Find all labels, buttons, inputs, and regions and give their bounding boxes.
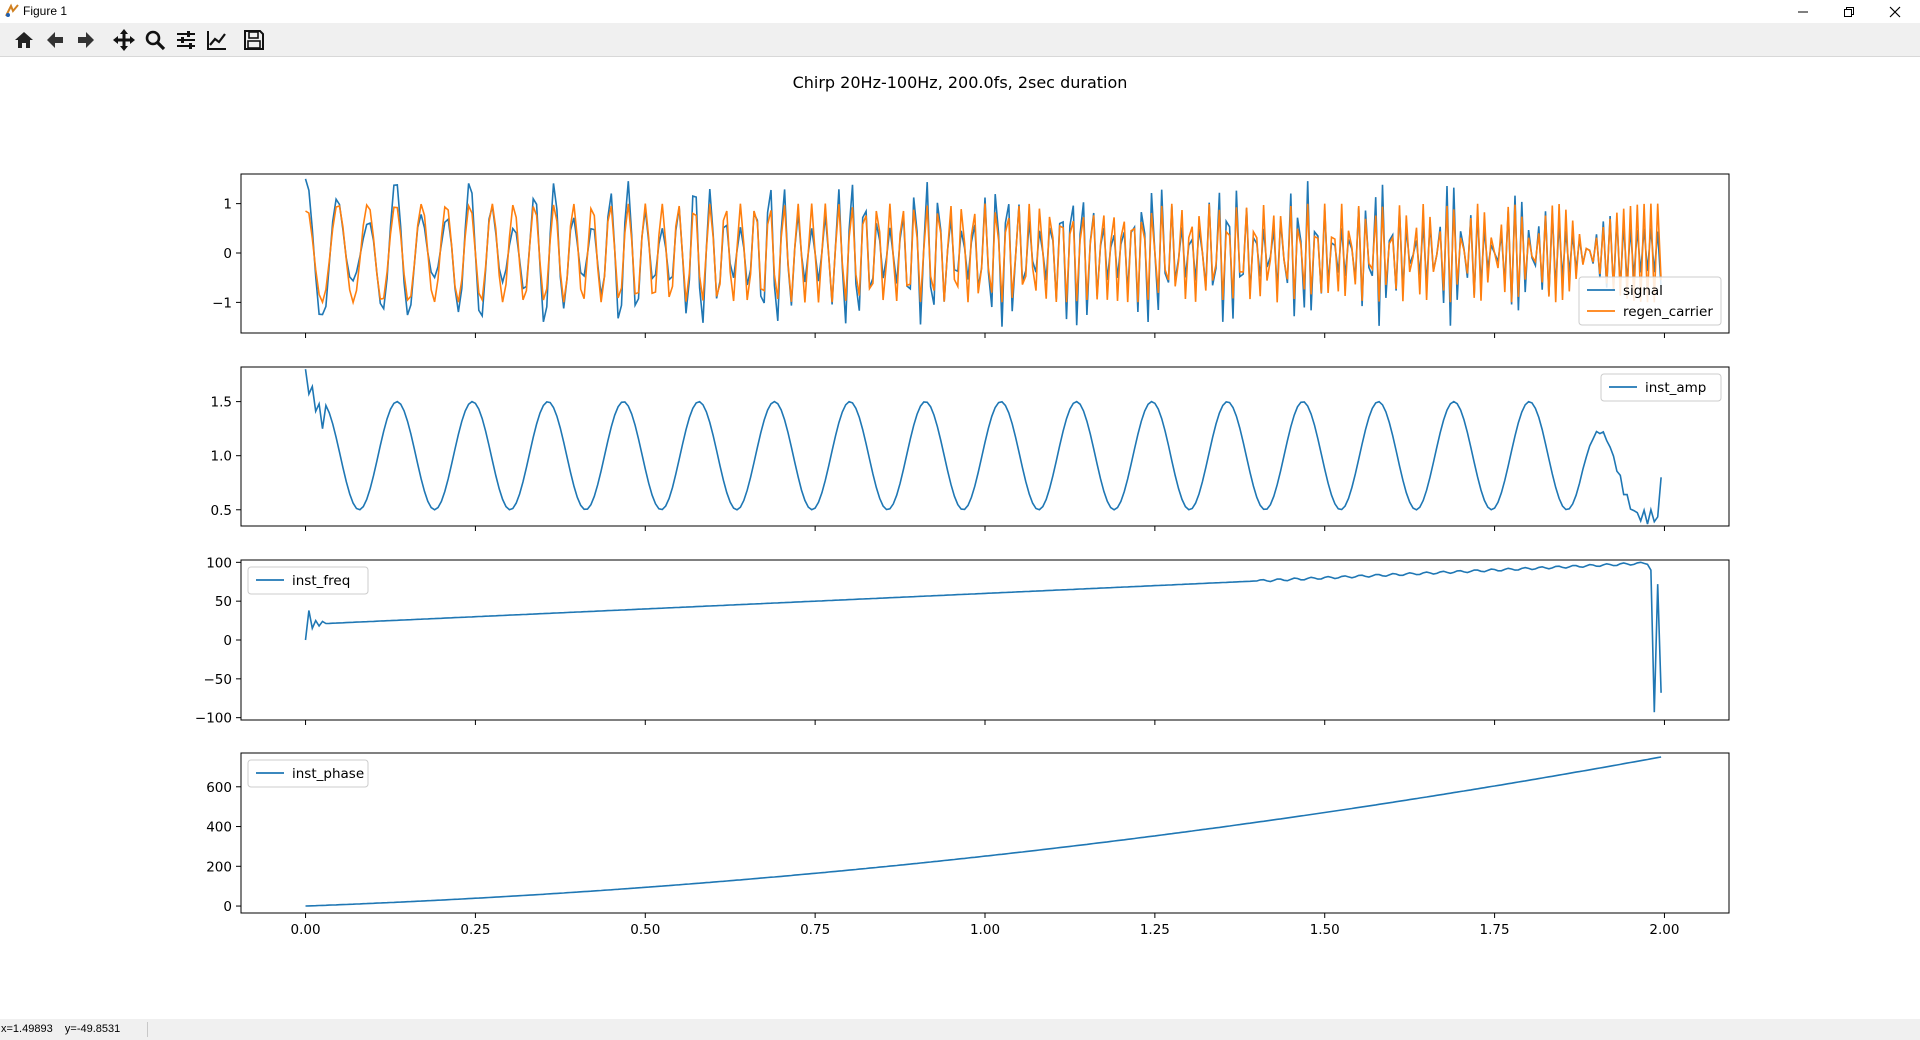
subplot-3[interactable]: −100 −50 0 50 100 inst_freq <box>195 555 1730 727</box>
y-tick-label: 600 <box>206 780 232 796</box>
axes-frame <box>240 366 1730 527</box>
close-button[interactable] <box>1872 0 1918 23</box>
y-readout: y=-49.8531 <box>64 1023 121 1035</box>
x-tick-label: 2.00 <box>1649 922 1679 938</box>
legend-label: regen_carrier <box>1623 304 1713 320</box>
line-chart-icon <box>207 31 226 50</box>
axes-frame <box>240 559 1730 721</box>
window-title: Figure 1 <box>23 4 68 18</box>
y-tick-label: 0.5 <box>211 503 232 519</box>
y-tick-label: 0 <box>223 633 232 649</box>
x-tick-label: 1.75 <box>1480 922 1510 938</box>
configure-subplots-button[interactable] <box>173 27 199 53</box>
subplot-1[interactable]: −1 0 1 signal regen_carrier <box>212 173 1730 338</box>
subplot-4[interactable]: 0 200 400 600 0.00 0.25 0.50 0.75 1.00 1.25 1.50 1.… <box>206 752 1730 938</box>
y-tick-label: 100 <box>206 555 232 571</box>
axes-frame <box>240 752 1730 914</box>
back-button[interactable] <box>42 27 68 53</box>
chart-svg[interactable]: Chirp 20Hz-100Hz, 200.0fs, 2sec duration… <box>0 57 1920 1019</box>
move-icon <box>113 29 135 51</box>
x-tick-label: 0.00 <box>291 922 321 938</box>
forward-button[interactable] <box>73 27 99 53</box>
x-tick-label: 0.25 <box>460 922 490 938</box>
window-titlebar: Figure 1 <box>0 0 1920 23</box>
home-button[interactable] <box>11 27 37 53</box>
magnifier-icon <box>145 30 166 51</box>
y-tick-label: 1.0 <box>211 449 232 465</box>
y-tick-label: 1.5 <box>211 395 232 411</box>
close-icon <box>1889 6 1901 17</box>
figure-canvas[interactable]: Chirp 20Hz-100Hz, 200.0fs, 2sec duration… <box>0 57 1920 1019</box>
chart-title: Chirp 20Hz-100Hz, 200.0fs, 2sec duration <box>793 73 1128 92</box>
pan-button[interactable] <box>111 27 137 53</box>
legend-label: signal <box>1623 283 1663 299</box>
legend: inst_phase <box>247 759 369 788</box>
y-tick-label: 50 <box>215 594 232 610</box>
legend-label: inst_amp <box>1645 380 1706 396</box>
legend-label: inst_freq <box>292 573 350 589</box>
status-divider <box>147 1022 148 1037</box>
x-tick-label: 1.50 <box>1310 922 1340 938</box>
restore-button[interactable] <box>1826 0 1872 23</box>
legend: inst_amp <box>1600 373 1722 402</box>
y-tick-label: −50 <box>204 672 233 688</box>
x-tick-label: 1.00 <box>970 922 1000 938</box>
y-tick-label: 0 <box>223 899 232 915</box>
floppy-disk-icon <box>244 30 264 50</box>
y-tick-label: 400 <box>206 820 232 836</box>
y-tick-label: −1 <box>212 295 232 311</box>
x-tick-label: 0.50 <box>630 922 660 938</box>
legend-label: inst_phase <box>292 766 364 782</box>
app-icon <box>5 3 19 17</box>
restore-icon <box>1844 6 1854 17</box>
legend: signal regen_carrier <box>1578 276 1722 326</box>
y-tick-label: 200 <box>206 859 232 875</box>
navigation-toolbar <box>0 23 1920 57</box>
legend: inst_freq <box>247 566 369 595</box>
arrow-left-icon <box>47 32 63 48</box>
status-bar: x=1.49893 y=-49.8531 <box>0 1019 1920 1040</box>
x-readout: x=1.49893 <box>1 1023 53 1035</box>
save-button[interactable] <box>241 27 267 53</box>
edit-axes-button[interactable] <box>204 27 230 53</box>
minimize-button[interactable] <box>1780 0 1826 23</box>
home-icon <box>15 32 33 48</box>
zoom-button[interactable] <box>142 27 168 53</box>
cursor-coordinates: x=1.49893 y=-49.8531 <box>1 1023 120 1035</box>
x-tick-label: 1.25 <box>1140 922 1170 938</box>
minimize-icon <box>1798 11 1808 12</box>
sliders-icon <box>177 31 195 49</box>
x-tick-label: 0.75 <box>800 922 830 938</box>
y-tick-label: 1 <box>223 197 232 213</box>
y-tick-label: −100 <box>195 711 232 727</box>
y-tick-label: 0 <box>223 246 232 262</box>
arrow-right-icon <box>78 32 94 48</box>
subplot-2[interactable]: 0.5 1.0 1.5 inst_amp <box>211 366 1730 531</box>
